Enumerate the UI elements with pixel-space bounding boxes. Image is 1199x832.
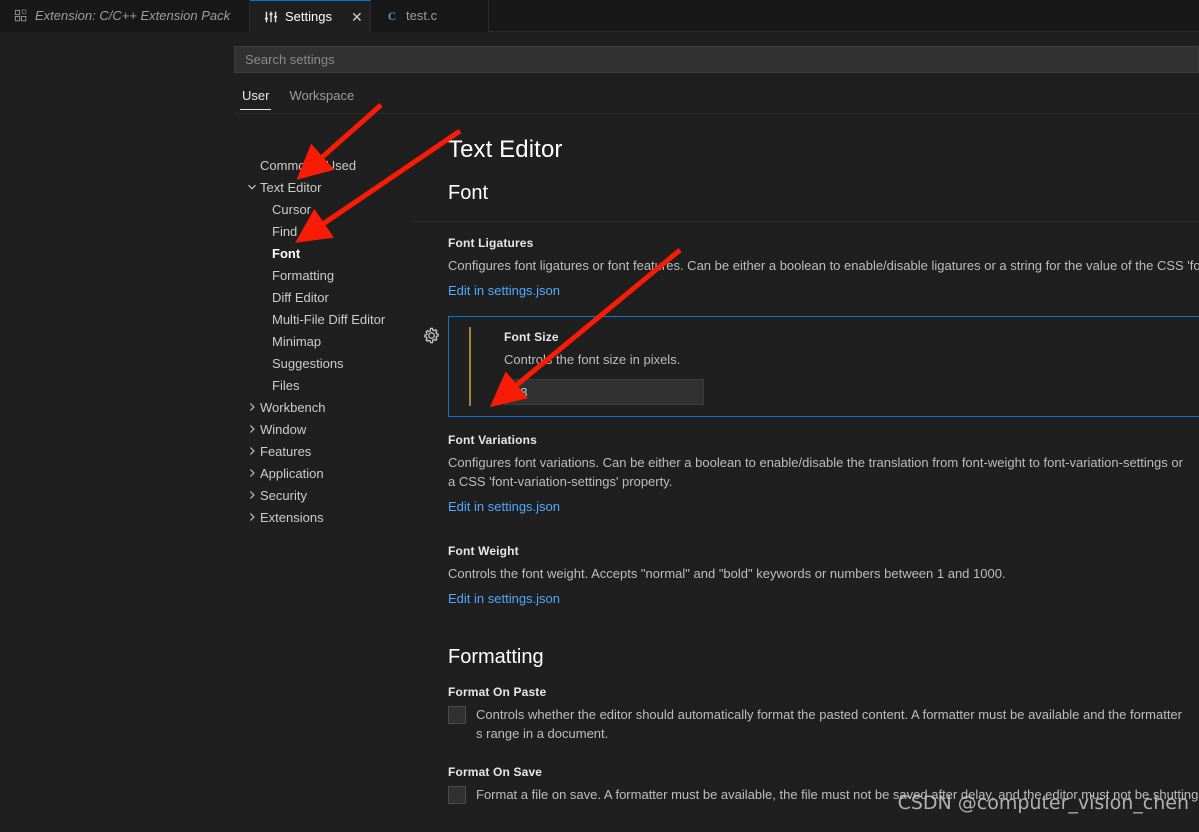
toc-item-label: Formatting [272, 267, 335, 283]
gear-icon[interactable] [423, 327, 441, 345]
toc-item-workbench[interactable]: Workbench [234, 396, 410, 418]
setting-format-on-paste[interactable]: Format On Paste Controls whether the edi… [410, 675, 1199, 755]
toc-item-label: Extensions [260, 509, 324, 525]
setting-font-ligatures[interactable]: Font Ligatures Configures font ligatures… [410, 222, 1199, 312]
setting-title: Format On Save [448, 765, 543, 779]
setting-title: Font Size [504, 330, 559, 344]
vscode-settings-window: Extension: C/C++ Extension Pack Settings… [0, 0, 1199, 832]
toc-item-label: Commonly Used [260, 157, 357, 173]
settings-scope-tabs: User Workspace [234, 84, 1199, 114]
chevron-right-icon [244, 421, 260, 437]
group-title: Font [448, 182, 489, 204]
toc-item-application[interactable]: Application [234, 462, 410, 484]
modified-indicator [469, 327, 471, 406]
settings-search-container [234, 46, 1199, 73]
toc-item-files[interactable]: Files [234, 374, 410, 396]
toc-item-formatting[interactable]: Formatting [234, 264, 410, 286]
setting-font-variations[interactable]: Font Variations Configures font variatio… [410, 417, 1199, 528]
toc-item-label: Multi-File Diff Editor [272, 311, 386, 327]
tab-settings[interactable]: Settings ✕ [250, 0, 371, 32]
settings-sliders-icon [264, 10, 278, 24]
format-on-paste-checkbox[interactable] [448, 706, 466, 724]
chevron-right-icon [244, 487, 260, 503]
chevron-down-icon [244, 179, 260, 195]
settings-table-of-contents: Commonly Used Text Editor Cursor Find Fo… [234, 154, 410, 832]
settings-headers: Text Editor Font [410, 122, 1199, 221]
toc-item-label: Cursor [272, 201, 312, 217]
toc-item-cursor[interactable]: Cursor [234, 198, 410, 220]
edit-in-settings-json-link[interactable]: Edit in settings.json [448, 591, 560, 606]
setting-description: Configures font variations. Can be eithe… [448, 455, 1183, 489]
toc-item-window[interactable]: Window [234, 418, 410, 440]
toc-item-label: Features [260, 443, 312, 459]
toc-item-suggestions[interactable]: Suggestions [234, 352, 410, 374]
setting-title: Font Weight [448, 544, 519, 558]
toc-item-label: Files [272, 377, 300, 393]
format-on-save-checkbox[interactable] [448, 786, 466, 804]
toc-item-find[interactable]: Find [234, 220, 410, 242]
setting-font-weight[interactable]: Font Weight Controls the font weight. Ac… [410, 528, 1199, 620]
close-icon[interactable]: ✕ [351, 9, 363, 25]
extensions-icon [14, 9, 28, 23]
toc-item-label: Workbench [260, 399, 326, 415]
setting-title: Font Ligatures [448, 236, 534, 250]
toc-item-features[interactable]: Features [234, 440, 410, 462]
page-title: Text Editor [448, 136, 563, 163]
scope-tab-user[interactable]: User [234, 88, 277, 110]
setting-description: Controls the font weight. Accepts "norma… [448, 566, 1006, 581]
setting-description: Controls the font size in pixels. [504, 352, 681, 367]
chevron-right-icon [244, 399, 260, 415]
toc-item-extensions[interactable]: Extensions [234, 506, 410, 528]
toc-item-label: Application [260, 465, 324, 481]
search-input[interactable] [234, 46, 1199, 73]
csdn-watermark: CSDN @computer_vision_chen [897, 792, 1189, 814]
chevron-right-icon [244, 465, 260, 481]
tab-extension-cpp-pack[interactable]: Extension: C/C++ Extension Pack [0, 0, 250, 32]
toc-item-label: Diff Editor [272, 289, 329, 305]
setting-description: Configures font ligatures or font featur… [448, 258, 1199, 273]
toc-item-label: Window [260, 421, 307, 437]
editor-tab-bar: Extension: C/C++ Extension Pack Settings… [0, 0, 1199, 32]
tab-label: Settings [285, 8, 332, 24]
setting-title: Format On Paste [448, 685, 547, 699]
toc-item-label: Security [260, 487, 307, 503]
settings-list[interactable]: Text Editor Font Font Ligatures Configur… [410, 122, 1199, 832]
font-size-input[interactable] [504, 379, 704, 405]
setting-font-size[interactable]: Font Size Controls the font size in pixe… [424, 316, 1199, 417]
tab-bar-empty-space [489, 0, 1199, 31]
tab-test-c[interactable]: C test.c [371, 0, 489, 32]
chevron-right-icon [244, 509, 260, 525]
edit-in-settings-json-link[interactable]: Edit in settings.json [448, 499, 560, 514]
svg-text:C: C [388, 11, 396, 23]
edit-in-settings-json-link[interactable]: Edit in settings.json [448, 283, 560, 298]
toc-item-text-editor[interactable]: Text Editor [234, 176, 410, 198]
section-title-formatting: Formatting [448, 646, 544, 668]
tab-label: test.c [406, 8, 438, 23]
toc-item-diff-editor[interactable]: Diff Editor [234, 286, 410, 308]
scope-tab-workspace[interactable]: Workspace [281, 88, 362, 110]
toc-item-minimap[interactable]: Minimap [234, 330, 410, 352]
chevron-right-icon [244, 443, 260, 459]
toc-item-label: Minimap [272, 333, 322, 349]
toc-item-label: Font [272, 245, 301, 261]
tab-label: Extension: C/C++ Extension Pack [35, 8, 231, 23]
toc-item-multi-file-diff-editor[interactable]: Multi-File Diff Editor [234, 308, 410, 330]
toc-item-label: Text Editor [260, 179, 322, 195]
toc-item-commonly-used[interactable]: Commonly Used [234, 154, 410, 176]
toc-item-label: Find [272, 223, 298, 239]
toc-item-security[interactable]: Security [234, 484, 410, 506]
toc-item-font[interactable]: Font [234, 242, 410, 264]
c-file-icon: C [385, 9, 399, 23]
setting-title: Font Variations [448, 433, 537, 447]
toc-item-label: Suggestions [272, 355, 344, 371]
setting-description: Controls whether the editor should autom… [476, 707, 1182, 741]
settings-editor: User Workspace Commonly Used Text Editor… [0, 32, 1199, 832]
